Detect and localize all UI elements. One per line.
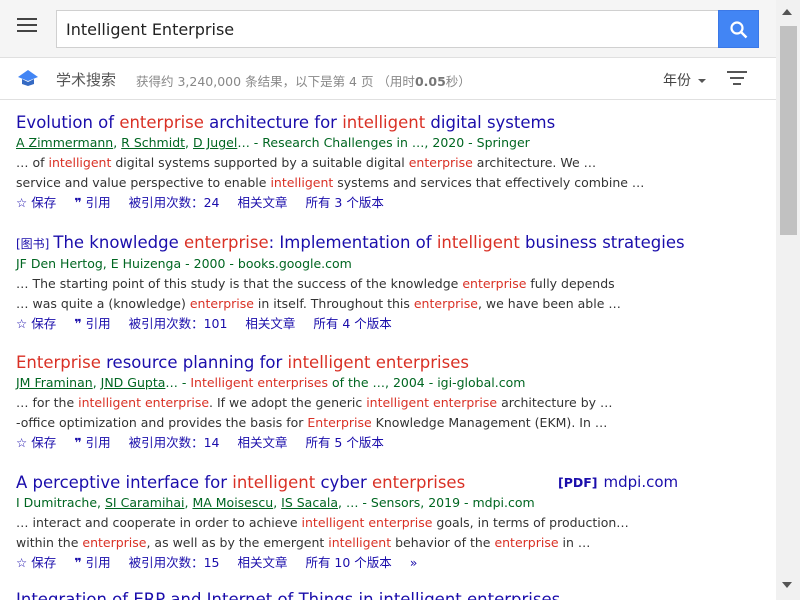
author-link[interactable]: JM Framinan xyxy=(16,375,93,390)
related-link[interactable]: 相关文章 xyxy=(237,555,287,570)
result-stats: 获得约 3,240,000 条结果，以下是第 4 页 （用时0.05秒） xyxy=(136,74,471,89)
result-title[interactable]: [图书] The knowledge enterprise: Implementa… xyxy=(16,233,756,254)
versions-link[interactable]: 所有 5 个版本 xyxy=(305,435,383,450)
versions-link[interactable]: 所有 10 个版本 xyxy=(305,555,391,570)
results-list: Evolution of enterprise architecture for… xyxy=(16,100,756,580)
scrollbar[interactable] xyxy=(776,0,800,600)
result-meta: A Zimmermann, R Schmidt, D Jugel… - Rese… xyxy=(16,135,530,150)
cited-by-link[interactable]: 被引用次数：14 xyxy=(129,435,220,450)
chevron-down-icon xyxy=(698,79,706,83)
result-item: Evolution of enterprise architecture for… xyxy=(16,100,756,220)
result-actions: ☆ 保存 ❞ 引用 被引用次数：101 相关文章 所有 4 个版本 xyxy=(16,314,756,334)
quote-icon: ❞ xyxy=(74,195,82,210)
result-actions: ☆ 保存 ❞ 引用 被引用次数：24 相关文章 所有 3 个版本 xyxy=(16,193,756,213)
quote-icon: ❞ xyxy=(74,435,82,450)
author-link[interactable]: A Zimmermann xyxy=(16,135,113,150)
scroll-up-icon[interactable] xyxy=(782,9,792,15)
scroll-down-icon[interactable] xyxy=(782,582,792,588)
save-button[interactable]: ☆ 保存 xyxy=(16,316,56,331)
search-button[interactable] xyxy=(718,10,759,48)
result-meta: I Dumitrache, SI Caramihai, MA Moisescu,… xyxy=(16,495,535,510)
result-meta: JM Framinan, JND Gupta… - Intelligent en… xyxy=(16,375,526,390)
scholar-title[interactable]: 学术搜索 xyxy=(56,69,116,90)
author-link[interactable]: D Jugel xyxy=(193,135,237,150)
scholar-logo-icon[interactable] xyxy=(17,69,39,87)
cited-by-link[interactable]: 被引用次数：15 xyxy=(129,555,220,570)
related-link[interactable]: 相关文章 xyxy=(245,316,295,331)
more-icon[interactable]: » xyxy=(410,555,418,570)
result-item: A perceptive interface for intelligent c… xyxy=(16,460,756,580)
related-link[interactable]: 相关文章 xyxy=(237,435,287,450)
cite-button[interactable]: ❞ 引用 xyxy=(74,316,110,331)
save-button[interactable]: ☆ 保存 xyxy=(16,195,56,210)
star-icon: ☆ xyxy=(16,435,28,450)
cited-by-link[interactable]: 被引用次数：24 xyxy=(129,195,220,210)
filter-icon[interactable] xyxy=(727,71,747,85)
search-input[interactable] xyxy=(56,10,719,48)
author-link[interactable]: MA Moisescu xyxy=(192,495,273,510)
result-actions: ☆ 保存 ❞ 引用 被引用次数：14 相关文章 所有 5 个版本 xyxy=(16,433,756,453)
author-link[interactable]: R Schmidt xyxy=(121,135,185,150)
author-link[interactable]: IS Sacala xyxy=(281,495,338,510)
result-title[interactable]: Evolution of enterprise architecture for… xyxy=(16,113,756,133)
result-snippet: … The starting point of this study is th… xyxy=(16,276,621,311)
search-header xyxy=(0,0,776,58)
result-title-partial[interactable]: Integration of ERP and Internet of Thing… xyxy=(16,590,582,600)
book-tag: [图书] xyxy=(16,237,50,251)
year-filter-dropdown[interactable]: 年份 xyxy=(663,70,706,90)
author-link[interactable]: JND Gupta xyxy=(101,375,166,390)
quote-icon: ❞ xyxy=(74,316,82,331)
pdf-link[interactable]: [PDF] mdpi.com xyxy=(558,473,678,491)
scrollbar-thumb[interactable] xyxy=(780,26,797,235)
save-button[interactable]: ☆ 保存 xyxy=(16,435,56,450)
menu-icon[interactable] xyxy=(17,18,37,34)
result-item: Enterprise resource planning for intelli… xyxy=(16,340,756,460)
author-link[interactable]: SI Caramihai xyxy=(105,495,185,510)
cite-button[interactable]: ❞ 引用 xyxy=(74,435,110,450)
quote-icon: ❞ xyxy=(74,555,82,570)
search-icon xyxy=(730,21,748,39)
result-meta: JF Den Hertog, E Huizenga - 2000 - books… xyxy=(16,256,352,271)
result-title[interactable]: Enterprise resource planning for intelli… xyxy=(16,353,756,373)
related-link[interactable]: 相关文章 xyxy=(237,195,287,210)
cite-button[interactable]: ❞ 引用 xyxy=(74,195,110,210)
versions-link[interactable]: 所有 4 个版本 xyxy=(313,316,391,331)
versions-link[interactable]: 所有 3 个版本 xyxy=(305,195,383,210)
cite-button[interactable]: ❞ 引用 xyxy=(74,555,110,570)
cited-by-link[interactable]: 被引用次数：101 xyxy=(129,316,228,331)
result-item: [图书] The knowledge enterprise: Implementa… xyxy=(16,220,756,340)
result-actions: ☆ 保存 ❞ 引用 被引用次数：15 相关文章 所有 10 个版本 » xyxy=(16,553,756,573)
result-snippet: … for the intelligent enterprise. If we … xyxy=(16,395,613,430)
result-snippet: … interact and cooperate in order to ach… xyxy=(16,515,629,550)
save-button[interactable]: ☆ 保存 xyxy=(16,555,56,570)
star-icon: ☆ xyxy=(16,555,28,570)
star-icon: ☆ xyxy=(16,195,28,210)
result-snippet: … of intelligent digital systems support… xyxy=(16,155,645,190)
results-toolbar: 学术搜索 获得约 3,240,000 条结果，以下是第 4 页 （用时0.05秒… xyxy=(0,58,776,100)
star-icon: ☆ xyxy=(16,316,28,331)
